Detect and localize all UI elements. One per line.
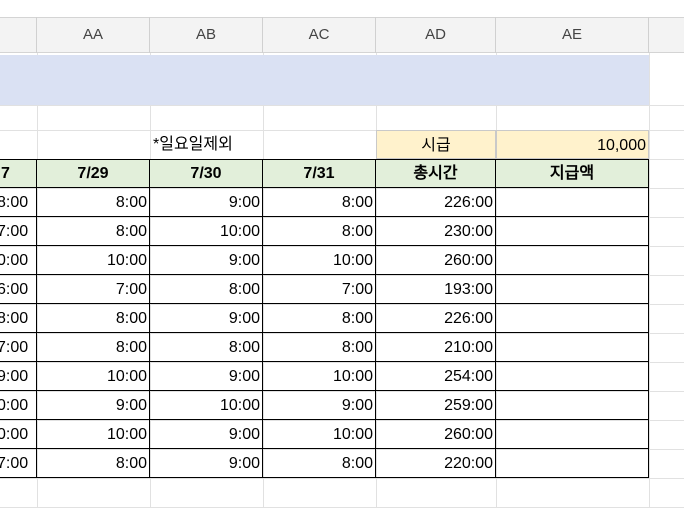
table-cell[interactable]: 220:00: [376, 449, 496, 478]
note-sunday-excluded[interactable]: *일요일제외: [150, 130, 300, 159]
table-cell[interactable]: 226:00: [376, 188, 496, 217]
table-cell[interactable]: 8:00: [263, 188, 376, 217]
table-cell[interactable]: 8:00: [37, 188, 150, 217]
table-cell[interactable]: 7:00: [37, 275, 150, 304]
table-cell[interactable]: 7:00: [0, 217, 37, 246]
table-cell[interactable]: 10:00: [263, 420, 376, 449]
table-cell[interactable]: 9:00: [263, 391, 376, 420]
table-cell[interactable]: 8:00: [150, 275, 263, 304]
gridline-h: [0, 105, 684, 106]
table-cell[interactable]: 8:00: [37, 449, 150, 478]
table-cell[interactable]: 9:00: [150, 449, 263, 478]
table-cell[interactable]: [496, 304, 649, 333]
table-cell[interactable]: 10:00: [263, 246, 376, 275]
table-cell[interactable]: 10:00: [37, 420, 150, 449]
table-cell[interactable]: 10:00: [37, 246, 150, 275]
table-cell[interactable]: 260:00: [376, 246, 496, 275]
table-cell[interactable]: 9:00: [150, 304, 263, 333]
table-cell[interactable]: [496, 217, 649, 246]
table-cell[interactable]: [496, 188, 649, 217]
table-cell[interactable]: 8:00: [150, 333, 263, 362]
table-cell[interactable]: 193:00: [376, 275, 496, 304]
table-cell[interactable]: 8:00: [263, 304, 376, 333]
table-cell[interactable]: 8:00: [263, 449, 376, 478]
wage-value[interactable]: 10,000: [496, 130, 649, 159]
table-cell[interactable]: 226:00: [376, 304, 496, 333]
table-cell[interactable]: 8:00: [0, 304, 37, 333]
table-cell[interactable]: 230:00: [376, 217, 496, 246]
table-cell[interactable]: 10:00: [150, 217, 263, 246]
table-cell[interactable]: 8:00: [263, 333, 376, 362]
table-cell[interactable]: 8:00: [37, 333, 150, 362]
table-cell[interactable]: 9:00: [37, 391, 150, 420]
table-cell[interactable]: 8:00: [37, 217, 150, 246]
table-cell[interactable]: 9:00: [150, 362, 263, 391]
header-cell[interactable]: 7/30: [150, 159, 263, 188]
header-cell[interactable]: 7: [0, 159, 37, 188]
table-cell[interactable]: 259:00: [376, 391, 496, 420]
table-cell[interactable]: 9:00: [150, 420, 263, 449]
header-cell[interactable]: 7/29: [37, 159, 150, 188]
table-cell[interactable]: [496, 275, 649, 304]
column-header-ae[interactable]: AE: [496, 17, 649, 53]
table-cell[interactable]: [496, 333, 649, 362]
header-cell[interactable]: 지급액: [496, 159, 649, 188]
table-cell[interactable]: 210:00: [376, 333, 496, 362]
table-cell[interactable]: 254:00: [376, 362, 496, 391]
table-cell[interactable]: 10:00: [150, 391, 263, 420]
table-cell[interactable]: 8:00: [0, 188, 37, 217]
header-cell[interactable]: 7/31: [263, 159, 376, 188]
table-cell[interactable]: 8:00: [37, 304, 150, 333]
table-cell[interactable]: [496, 420, 649, 449]
table-cell[interactable]: 8:00: [263, 217, 376, 246]
column-header-ad[interactable]: AD: [376, 17, 496, 53]
gridline-v: [649, 53, 650, 507]
table-cell[interactable]: 7:00: [0, 333, 37, 362]
table-cell[interactable]: 9:00: [150, 188, 263, 217]
table-cell[interactable]: [496, 449, 649, 478]
table-cell[interactable]: 7:00: [263, 275, 376, 304]
table-cell[interactable]: 0:00: [0, 391, 37, 420]
table-cell[interactable]: 7:00: [0, 449, 37, 478]
table-cell[interactable]: 6:00: [0, 275, 37, 304]
table-cell[interactable]: 9:00: [150, 246, 263, 275]
column-header-aa[interactable]: AA: [37, 17, 150, 53]
table-cell[interactable]: 260:00: [376, 420, 496, 449]
table-cell[interactable]: [496, 391, 649, 420]
column-header-ac[interactable]: AC: [263, 17, 376, 53]
table-cell[interactable]: 0:00: [0, 246, 37, 275]
table-cell[interactable]: 0:00: [0, 420, 37, 449]
table-cell[interactable]: 10:00: [263, 362, 376, 391]
wage-label[interactable]: 시급: [376, 130, 496, 159]
formula-bar-area: [0, 0, 684, 17]
table-cell[interactable]: 9:00: [0, 362, 37, 391]
title-band: [0, 55, 649, 105]
column-header-ab[interactable]: AB: [150, 17, 263, 53]
gridline-h: [0, 478, 684, 479]
column-header-partial[interactable]: [0, 17, 37, 53]
table-cell[interactable]: [496, 246, 649, 275]
table-cell[interactable]: 10:00: [37, 362, 150, 391]
table-cell[interactable]: [496, 362, 649, 391]
header-cell[interactable]: 총시간: [376, 159, 496, 188]
